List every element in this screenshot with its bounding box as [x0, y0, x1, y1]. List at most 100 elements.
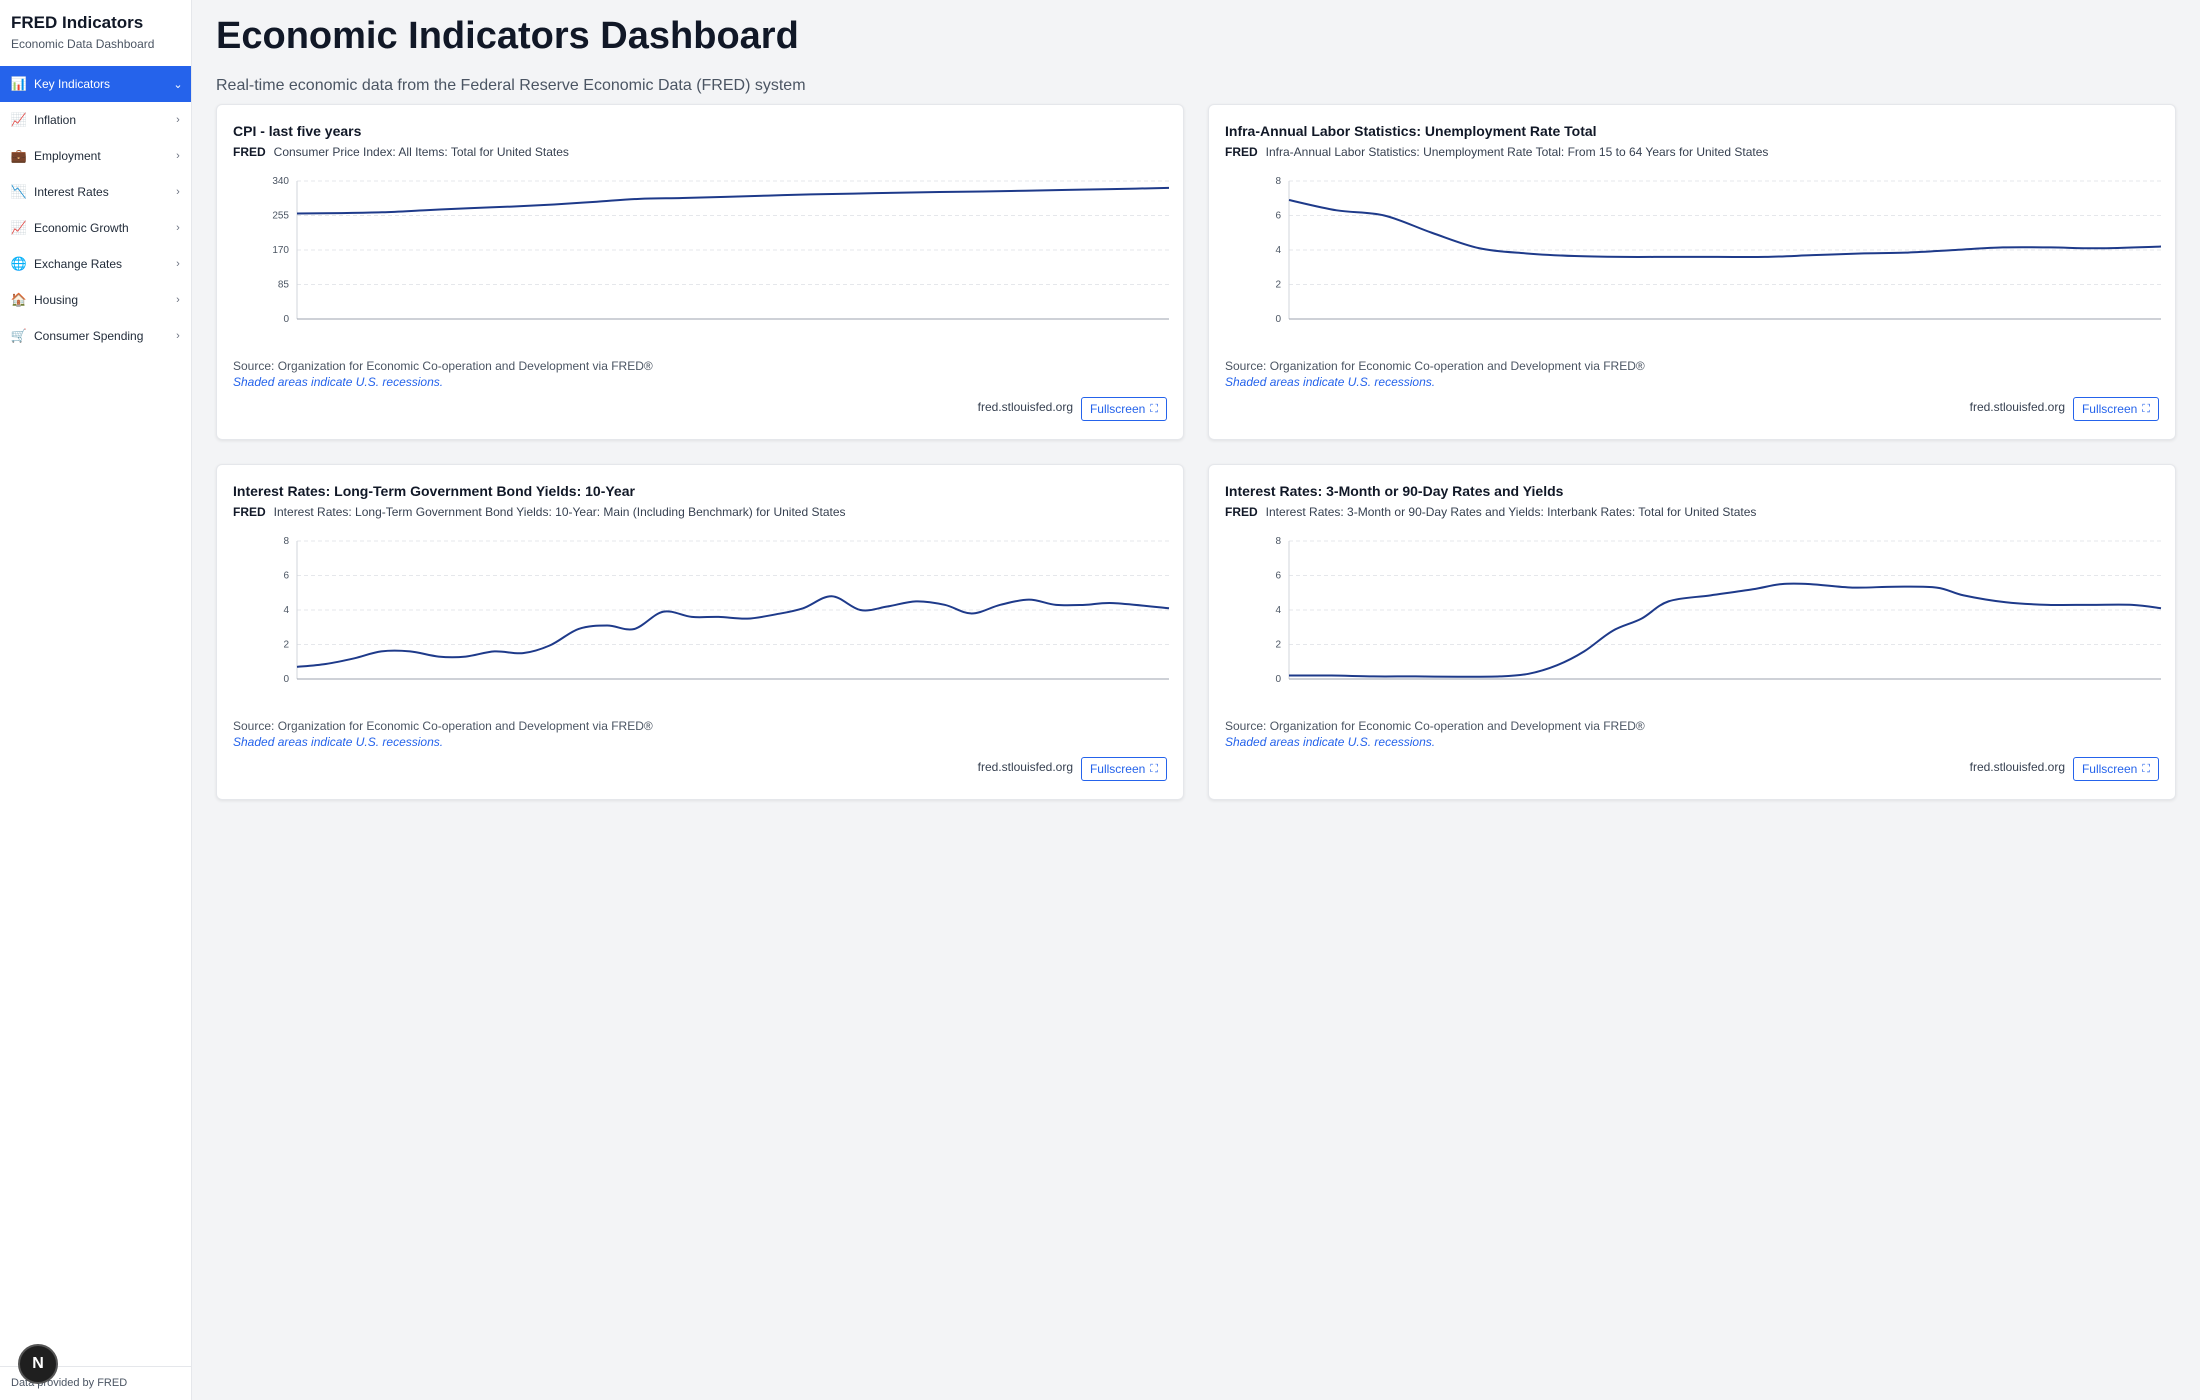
source-note: Source: Organization for Economic Co-ope… — [233, 719, 653, 733]
fullscreen-button[interactable]: Fullscreen ⛶ — [1080, 397, 1167, 421]
series-line — [1288, 582, 2162, 678]
chart-card: CPI - last five years FRED Consumer Price … — [216, 104, 1184, 440]
globe-icon: 🌐 — [10, 256, 28, 271]
next-badge[interactable]: N — [18, 1344, 58, 1384]
sidebar-nav: 📊 Key Indicators ⌄ 📈 Inflation › 💼 Employment › 📉… — [0, 66, 191, 354]
y-tick-label: 6 — [283, 571, 289, 582]
line-chart[interactable]: 02468Nov 2020Mar 2021Jul 2021Nov 2021Mar… — [1209, 525, 2177, 685]
sidebar-item-label: Inflation — [34, 113, 77, 127]
sidebar-item-economic-growth[interactable]: 📈 Economic Growth › — [0, 210, 191, 246]
y-tick-label: 340 — [272, 176, 289, 187]
y-tick-label: 2 — [283, 640, 289, 651]
sidebar-item-label: Key Indicators — [34, 77, 111, 91]
line-chart[interactable]: 02468Sep 2020Dec 2020Mar 2021Jun 2021Sep… — [1209, 165, 2177, 325]
y-tick-label: 8 — [1275, 176, 1281, 187]
series-line — [1288, 198, 2162, 259]
y-tick-label: 0 — [1275, 674, 1281, 685]
series-line — [296, 186, 1170, 215]
fullscreen-icon: ⛶ — [1150, 762, 1158, 775]
fred-logo: FRED — [1225, 505, 1258, 519]
fred-link[interactable]: fred.stlouisfed.org — [978, 400, 1073, 414]
chevron-down-icon: ⌄ — [173, 78, 183, 91]
y-tick-label: 4 — [283, 605, 289, 616]
sidebar-item-housing[interactable]: 🏠 Housing › — [0, 282, 191, 318]
sidebar-item-inflation[interactable]: 📈 Inflation › — [0, 102, 191, 138]
fred-link[interactable]: fred.stlouisfed.org — [1970, 400, 2065, 414]
source-note: Source: Organization for Economic Co-ope… — [1225, 359, 1645, 373]
line-chart[interactable]: 085170255340Dec 2020Apr 2021Aug 2021Dec … — [217, 165, 1185, 325]
series-title: FRED Infra-Annual Labor Statistics: Unemp… — [1225, 145, 1768, 159]
y-tick-label: 0 — [1275, 314, 1281, 325]
y-tick-label: 8 — [1275, 536, 1281, 547]
fred-link[interactable]: fred.stlouisfed.org — [1970, 760, 2065, 774]
sidebar-item-label: Housing — [34, 293, 79, 307]
series-name: Infra-Annual Labor Statistics: Unemploym… — [1265, 145, 1769, 159]
chart-down-icon: 📉 — [10, 184, 28, 199]
y-tick-label: 6 — [1275, 211, 1281, 222]
chevron-right-icon: › — [176, 150, 180, 162]
chevron-right-icon: › — [176, 258, 180, 270]
fullscreen-label: Fullscreen — [1089, 762, 1146, 776]
chevron-right-icon: › — [176, 114, 180, 126]
recession-note: Shaded areas indicate U.S. recessions. — [1225, 735, 1436, 749]
main-content: Economic Indicators Dashboard Real-time … — [216, 0, 2176, 800]
sidebar-item-interest-rates[interactable]: 📉 Interest Rates › — [0, 174, 191, 210]
cart-icon: 🛒 — [10, 328, 28, 343]
page-title: Economic Indicators Dashboard — [216, 15, 799, 57]
card-title: CPI - last five years — [233, 123, 362, 139]
fullscreen-icon: ⛶ — [2142, 762, 2150, 775]
y-tick-label: 255 — [272, 211, 289, 222]
chevron-right-icon: › — [176, 330, 180, 342]
y-tick-label: 170 — [272, 245, 289, 256]
recession-note: Shaded areas indicate U.S. recessions. — [233, 375, 444, 389]
chart-card: Interest Rates: 3-Month or 90-Day Rates … — [1208, 464, 2176, 800]
y-tick-label: 85 — [278, 280, 290, 291]
sidebar-item-consumer-spending[interactable]: 🛒 Consumer Spending › — [0, 318, 191, 354]
y-tick-label: 6 — [1275, 571, 1281, 582]
bar-chart-icon: 📊 — [10, 76, 28, 91]
series-name: Consumer Price Index: All Items: Total f… — [273, 145, 569, 159]
y-tick-label: 2 — [1275, 640, 1281, 651]
chart-card: Interest Rates: Long-Term Government Bon… — [216, 464, 1184, 800]
chevron-right-icon: › — [176, 294, 180, 306]
brand: FRED Indicators Economic Data Dashboard — [0, 0, 191, 52]
sidebar-item-label: Interest Rates — [34, 185, 109, 199]
fullscreen-label: Fullscreen — [1089, 402, 1146, 416]
chart-up-icon: 📈 — [10, 220, 28, 235]
line-chart[interactable]: 02468Nov 2020Mar 2021Jul 2021Nov 2021Mar… — [217, 525, 1185, 685]
fullscreen-button[interactable]: Fullscreen ⛶ — [2072, 397, 2159, 421]
brand-subtitle: Economic Data Dashboard — [11, 37, 155, 51]
source-note: Source: Organization for Economic Co-ope… — [233, 359, 653, 373]
series-name: Interest Rates: Long-Term Government Bon… — [273, 505, 846, 519]
chart-card: Infra-Annual Labor Statistics: Unemploym… — [1208, 104, 2176, 440]
y-tick-label: 2 — [1275, 280, 1281, 291]
chevron-right-icon: › — [176, 222, 180, 234]
series-line — [296, 595, 1170, 668]
fullscreen-label: Fullscreen — [2081, 402, 2138, 416]
y-tick-label: 0 — [283, 674, 289, 685]
briefcase-icon: 💼 — [10, 148, 28, 163]
card-title: Interest Rates: Long-Term Government Bon… — [233, 483, 635, 499]
brand-title: FRED Indicators — [11, 13, 144, 32]
y-tick-label: 4 — [1275, 605, 1281, 616]
recession-note: Shaded areas indicate U.S. recessions. — [1225, 375, 1436, 389]
fullscreen-button[interactable]: Fullscreen ⛶ — [2072, 757, 2159, 781]
fred-link[interactable]: fred.stlouisfed.org — [978, 760, 1073, 774]
source-note: Source: Organization for Economic Co-ope… — [1225, 719, 1645, 733]
sidebar-item-employment[interactable]: 💼 Employment › — [0, 138, 191, 174]
chart-up-icon: 📈 — [10, 112, 28, 127]
series-title: FRED Interest Rates: 3-Month or 90-Day Ra… — [1225, 505, 1756, 519]
card-title: Infra-Annual Labor Statistics: Unemploym… — [1225, 123, 1597, 139]
sidebar-item-key-indicators[interactable]: 📊 Key Indicators ⌄ — [0, 66, 191, 102]
house-icon: 🏠 — [10, 292, 28, 307]
fred-logo: FRED — [1225, 145, 1258, 159]
sidebar-item-label: Employment — [34, 149, 101, 163]
page-subtitle: Real-time economic data from the Federal… — [216, 77, 806, 94]
sidebar-item-exchange-rates[interactable]: 🌐 Exchange Rates › — [0, 246, 191, 282]
y-tick-label: 0 — [283, 314, 289, 325]
series-title: FRED Consumer Price Index: All Items: Tot… — [233, 145, 569, 159]
y-tick-label: 4 — [1275, 245, 1281, 256]
series-title: FRED Interest Rates: Long-Term Government… — [233, 505, 846, 519]
fred-logo: FRED — [233, 505, 266, 519]
fullscreen-button[interactable]: Fullscreen ⛶ — [1080, 757, 1167, 781]
